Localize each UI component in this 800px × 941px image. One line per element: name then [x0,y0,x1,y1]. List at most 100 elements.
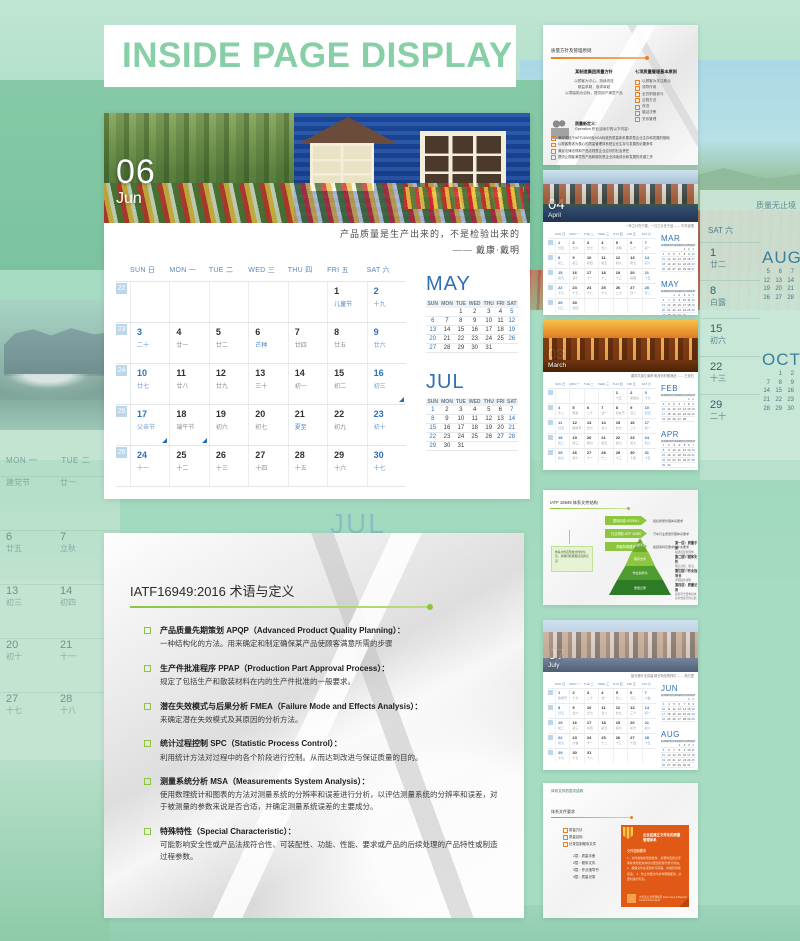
mini-day[interactable]: 1 [426,406,440,415]
mini-day[interactable]: 2 [467,308,483,317]
mini-day[interactable]: 26 [671,716,677,722]
calendar-day-cell[interactable]: 18 十二 [598,269,612,283]
mini-day[interactable]: 24 [482,334,496,344]
mini-day[interactable]: 6 [495,406,506,415]
calendar-day-cell[interactable]: 14 初八 [641,254,656,268]
calendar-day-cell[interactable] [555,389,569,403]
calendar-day-cell[interactable]: 17 父亲节 [130,405,169,445]
calendar-day-cell[interactable]: 27 十四 [627,734,641,748]
calendar-day-cell[interactable]: 2 十九 [569,689,583,703]
calendar-day-cell[interactable]: 3 十七 [641,389,656,403]
calendar-day-cell[interactable]: 21 初五 [598,434,612,448]
calendar-day-cell[interactable]: 29 十六 [555,749,569,763]
mini-day[interactable]: 31 [454,441,468,451]
mini-day[interactable]: 16 [690,706,696,712]
mini-day[interactable]: 29 [454,343,468,353]
mini-day[interactable] [467,441,483,451]
calendar-day-cell[interactable]: 15 初二 [327,364,366,404]
mini-day[interactable] [495,343,506,353]
mini-day[interactable]: 25 [686,307,691,313]
calendar-day-cell[interactable]: 29 廿三 [555,299,569,313]
mini-day[interactable]: 24 [454,432,468,442]
mini-day[interactable] [690,462,696,468]
calendar-day-cell[interactable]: 22 初九 [327,405,366,445]
calendar-day-cell[interactable]: 28 廿二 [641,284,656,298]
mini-day[interactable]: 18 [495,325,506,335]
mini-day[interactable]: 18 [686,302,691,308]
calendar-day-cell[interactable] [598,389,612,403]
mini-day[interactable]: 22 [454,334,468,344]
mini-day[interactable]: 8 [426,414,440,424]
mini-day[interactable]: 30 [690,716,696,722]
mini-day[interactable]: 18 [467,423,483,433]
calendar-day-cell[interactable]: 11 廿八 [598,704,612,718]
calendar-day-cell[interactable]: 27 廿一 [627,284,641,298]
calendar-day-cell[interactable]: 13 初七 [627,254,641,268]
calendar-day-cell[interactable]: 8 妇女节 [612,404,627,418]
mini-day[interactable]: 16 [467,325,483,335]
calendar-day-cell[interactable]: 27 十一 [583,449,598,463]
mini-day[interactable]: 26 [690,307,696,313]
calendar-day-cell[interactable] [612,299,627,313]
calendar-day-cell[interactable] [641,299,656,313]
mini-day[interactable]: 18 [690,752,696,758]
mini-day[interactable]: 27 [426,343,440,353]
calendar-day-cell[interactable]: 18 初五 [598,719,612,733]
calendar-day-cell[interactable]: 30 十七 [366,446,406,486]
mini-day[interactable]: 19 [482,423,496,433]
calendar-day-cell[interactable]: 3 廿七 [583,239,598,253]
calendar-day-cell[interactable] [287,282,327,322]
calendar-day-cell[interactable]: 30 十四 [627,449,641,463]
mini-day[interactable]: 15 [454,325,468,335]
calendar-day-cell[interactable]: 14 廿八 [598,419,612,433]
calendar-day-cell[interactable]: 17 初一 [641,419,656,433]
calendar-day-cell[interactable]: 2 十九 [366,282,406,322]
mini-day[interactable]: 29 [671,312,677,315]
mini-day[interactable]: 23 [690,711,696,717]
calendar-day-cell[interactable]: 16 初三 [569,719,583,733]
mini-day[interactable]: 3 [482,308,496,317]
mini-day[interactable]: 13 [686,447,691,453]
calendar-day-cell[interactable]: 30 十七 [569,749,583,763]
mini-day[interactable]: 7 [439,316,455,326]
mini-day[interactable]: 8 [454,316,468,326]
mini-calendar-jul[interactable]: JUL SUN MON TUE WED THU FRI SAT 1 2 3 4 5 6 7 8 9 10 11 12… [426,371,522,451]
mini-day[interactable]: 28 [505,432,518,442]
mini-day[interactable]: 15 [686,706,691,712]
mini-day[interactable]: 15 [671,302,677,308]
mini-day[interactable]: 31 [686,762,691,768]
mini-day[interactable]: 7 [505,406,518,415]
mini-day[interactable]: 19 [690,302,696,308]
mini-day[interactable]: 12 [671,706,677,712]
july-calendar-card[interactable]: 07 July 接天莲叶无穷碧 映日荷花别样红 —— 杨万里 SUN 日 MON … [543,620,698,770]
mini-day[interactable]: 16 [690,406,696,412]
calendar-day-cell[interactable]: 12 廿九 [208,364,248,404]
calendar-day-cell[interactable] [627,749,641,763]
mini-day[interactable]: 13 [495,414,506,424]
mini-day[interactable]: 27 [671,266,677,272]
mini-day[interactable]: 4 [467,406,483,415]
calendar-day-cell[interactable]: 25 十二 [169,446,208,486]
calendar-day-cell[interactable] [248,282,287,322]
calendar-day-cell[interactable]: 27 十四 [248,446,287,486]
mini-day[interactable] [505,343,518,353]
mini-day[interactable]: 29 [686,716,691,722]
mini-day[interactable]: 13 [671,256,677,262]
june-calendar-card[interactable]: 06 Jun 产品质量是生产出来的，不是检验出来的 —— 戴康·戴明 SUN 日… [104,113,530,499]
calendar-day-cell[interactable]: 8 廿五 [555,704,569,718]
calendar-day-cell[interactable]: 25 十九 [598,284,612,298]
mini-day[interactable]: 5 [482,406,496,415]
calendar-day-cell[interactable]: 7 廿一 [598,404,612,418]
mini-day[interactable]: 17 [482,325,496,335]
mini-day[interactable]: 10 [671,447,677,453]
mini-day[interactable] [439,308,455,317]
calendar-day-cell[interactable]: 2 龙抬头 [627,389,641,403]
calendar-day-cell[interactable]: 10 廿七 [583,704,598,718]
calendar-day-cell[interactable]: 13 廿七 [583,419,598,433]
mini-day[interactable]: 11 [495,316,506,326]
mini-day[interactable]: 28 [671,762,677,768]
calendar-day-cell[interactable]: 17 十一 [583,269,598,283]
mini-day[interactable]: 4 [495,308,506,317]
calendar-day-cell[interactable]: 13 三十 [248,364,287,404]
calendar-day-cell[interactable]: 14 初一 [641,704,656,718]
